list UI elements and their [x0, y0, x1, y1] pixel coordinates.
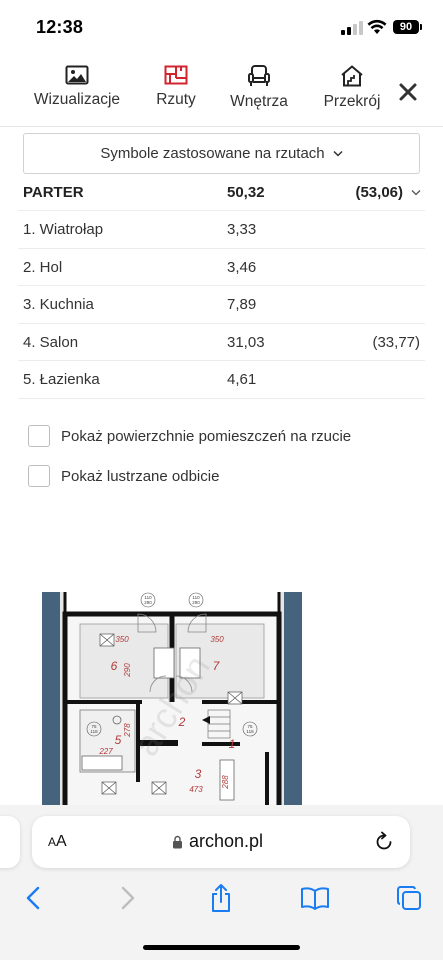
room-name: 5. Łazienka — [23, 371, 100, 388]
dimension-label: 288 — [221, 775, 230, 790]
reader-options-button[interactable]: AA — [48, 833, 67, 851]
wifi-icon — [367, 19, 387, 34]
dimension-label: 473 — [189, 785, 203, 794]
show-mirror-checkbox[interactable] — [28, 465, 50, 487]
window-tag-label: 110 290 — [144, 595, 152, 605]
room-number: 6 — [111, 659, 118, 673]
previous-tab-card[interactable] — [0, 816, 20, 868]
symbols-dropdown[interactable]: Symbole zastosowane na rzutach — [23, 133, 420, 174]
dimension-label: 350 — [210, 635, 224, 644]
floor-plan-drawing[interactable]: 110 290 110 290 75 118 75 118 350 350 290 27… — [42, 592, 302, 810]
room-name: 1. Wiatrołap — [23, 221, 104, 238]
chevron-down-icon — [333, 150, 343, 157]
close-icon — [399, 83, 417, 101]
room-number: 5 — [115, 733, 122, 747]
divider — [0, 126, 443, 127]
table-row: 1. Wiatrołap 3,33 — [18, 211, 425, 249]
image-icon — [65, 65, 89, 85]
room-name: 2. Hol — [23, 258, 63, 276]
url-display[interactable]: archon.pl — [172, 831, 263, 852]
tabs-icon — [397, 886, 421, 910]
room-area-alt: (33,77) — [372, 333, 420, 351]
room-name: 3. Kuchnia — [23, 296, 94, 313]
chevron-left-icon — [26, 886, 40, 910]
checkbox-label: Pokaż lustrzane odbicie — [61, 467, 220, 485]
back-button[interactable] — [13, 880, 53, 916]
tab-floor-plans[interactable]: Rzuty — [146, 60, 206, 118]
room-number: 3 — [195, 767, 202, 781]
show-mirror-option[interactable]: Pokaż lustrzane odbicie — [28, 464, 219, 488]
status-time: 12:38 — [36, 17, 84, 37]
tab-label: Wnętrza — [230, 93, 288, 110]
window-tag-label: 110 290 — [192, 595, 200, 605]
checkbox-label: Pokaż powierzchnie pomieszczeń na rzucie — [61, 427, 352, 445]
view-tabs: Wizualizacje Rzuty Wnętrza Przekrój — [0, 60, 443, 120]
house-section-icon — [341, 65, 363, 87]
show-areas-checkbox[interactable] — [28, 425, 50, 447]
armchair-icon — [248, 65, 270, 86]
tab-section[interactable]: Przekrój — [314, 60, 390, 118]
address-bar[interactable]: AA archon.pl — [32, 816, 410, 868]
share-button[interactable] — [201, 880, 241, 916]
floor-name: PARTER — [23, 184, 84, 201]
room-area-table: PARTER 50,32 (53,06) 1. Wiatrołap 3,33 2… — [18, 174, 425, 399]
table-row: 4. Salon 31,03 (33,77) — [18, 324, 425, 361]
reload-icon[interactable] — [373, 830, 395, 852]
show-areas-option[interactable]: Pokaż powierzchnie pomieszczeń na rzucie — [28, 424, 351, 448]
room-number: 1 — [229, 737, 236, 751]
tab-visualizations[interactable]: Wizualizacje — [24, 60, 130, 118]
room-name: 4. Salon — [23, 333, 79, 351]
floor-area: 50,32 — [227, 184, 265, 201]
battery-indicator: 90 — [393, 20, 422, 34]
table-row: 5. Łazienka 4,61 — [18, 361, 425, 399]
table-row: 2. Hol 3,46 — [18, 249, 425, 286]
room-area: 31,03 — [227, 333, 265, 351]
right-wall-band — [284, 592, 302, 810]
chevron-down-icon — [411, 190, 421, 196]
status-bar: 12:38 90 — [0, 0, 443, 54]
tab-label: Przekrój — [323, 93, 381, 110]
tabs-button[interactable] — [389, 880, 429, 916]
room-area: 7,89 — [227, 296, 257, 313]
room-area: 3,33 — [227, 221, 257, 238]
tab-label: Rzuty — [156, 91, 196, 108]
forward-button[interactable] — [108, 880, 148, 916]
dimension-label: 350 — [115, 635, 129, 644]
lock-icon — [173, 835, 182, 848]
floor-summary-row[interactable]: PARTER 50,32 (53,06) — [18, 174, 425, 211]
browser-toolbar — [0, 880, 443, 920]
tab-label: Wizualizacje — [33, 91, 121, 108]
share-icon — [212, 884, 230, 912]
home-indicator[interactable] — [143, 945, 300, 950]
cellular-signal-icon — [341, 21, 363, 35]
floor-plan-icon — [164, 65, 188, 85]
tab-interiors[interactable]: Wnętrza — [222, 60, 296, 118]
room-area: 4,61 — [227, 371, 257, 388]
table-row: 3. Kuchnia 7,89 — [18, 286, 425, 324]
room-area: 3,46 — [227, 258, 257, 276]
left-wall-band — [42, 592, 60, 810]
url-text: archon.pl — [189, 831, 264, 851]
floor-area-alt: (53,06) — [355, 184, 403, 201]
book-icon — [301, 887, 329, 910]
chevron-right-icon — [121, 886, 135, 910]
dimension-label: 290 — [123, 663, 132, 678]
close-button[interactable] — [394, 78, 422, 106]
dimension-label: 227 — [98, 747, 113, 756]
dropdown-label: Symbole zastosowane na rzutach — [100, 145, 325, 162]
bookmarks-button[interactable] — [295, 880, 335, 916]
